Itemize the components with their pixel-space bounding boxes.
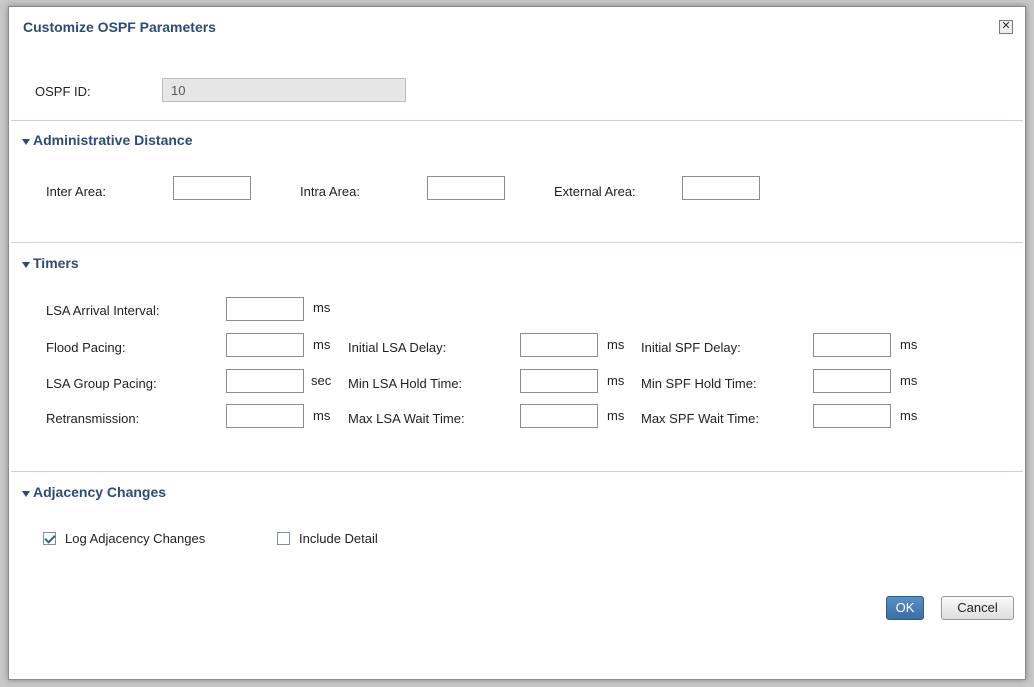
lsa-group-pacing-input[interactable] <box>226 369 304 393</box>
unit-sec: sec <box>311 373 332 388</box>
initial-lsa-delay-label: Initial LSA Delay: <box>348 340 447 355</box>
lsa-group-pacing-label: LSA Group Pacing: <box>46 376 157 391</box>
collapse-triangle-icon[interactable] <box>22 262 30 268</box>
section-administrative-distance[interactable]: Administrative Distance <box>33 132 193 148</box>
initial-spf-delay-label: Initial SPF Delay: <box>641 340 741 355</box>
max-spf-wait-time-input[interactable] <box>813 404 891 428</box>
intra-area-input[interactable] <box>427 176 505 200</box>
log-adjacency-changes-checkbox[interactable] <box>43 532 56 545</box>
retransmission-label: Retransmission: <box>46 411 140 426</box>
unit-ms: ms <box>900 373 918 388</box>
log-adjacency-changes-label[interactable]: Log Adjacency Changes <box>65 531 205 546</box>
inter-area-label: Inter Area: <box>46 184 106 199</box>
cancel-button[interactable]: Cancel <box>941 596 1014 620</box>
ok-button[interactable]: OK <box>886 596 924 620</box>
min-lsa-hold-time-label: Min LSA Hold Time: <box>348 376 463 391</box>
ospf-id-field <box>162 78 406 102</box>
dialog-title: Customize OSPF Parameters <box>23 19 216 35</box>
unit-ms: ms <box>607 408 625 423</box>
unit-ms: ms <box>313 408 331 423</box>
ospf-id-label: OSPF ID: <box>35 84 91 99</box>
max-lsa-wait-time-label: Max LSA Wait Time: <box>348 411 465 426</box>
unit-ms: ms <box>313 337 331 352</box>
include-detail-label[interactable]: Include Detail <box>299 531 378 546</box>
min-spf-hold-time-input[interactable] <box>813 369 891 393</box>
unit-ms: ms <box>900 408 918 423</box>
lsa-arrival-interval-input[interactable] <box>226 297 304 321</box>
min-spf-hold-time-label: Min SPF Hold Time: <box>641 376 757 391</box>
initial-spf-delay-input[interactable] <box>813 333 891 357</box>
unit-ms: ms <box>900 337 918 352</box>
flood-pacing-input[interactable] <box>226 333 304 357</box>
min-lsa-hold-time-input[interactable] <box>520 369 598 393</box>
close-icon[interactable]: ✕ <box>999 20 1013 34</box>
initial-lsa-delay-input[interactable] <box>520 333 598 357</box>
separator <box>11 471 1023 472</box>
lsa-arrival-interval-label: LSA Arrival Interval: <box>46 303 160 318</box>
section-timers[interactable]: Timers <box>33 255 79 271</box>
flood-pacing-label: Flood Pacing: <box>46 340 126 355</box>
intra-area-label: Intra Area: <box>300 184 360 199</box>
separator <box>11 120 1023 121</box>
unit-ms: ms <box>607 373 625 388</box>
include-detail-checkbox[interactable] <box>277 532 290 545</box>
unit-ms: ms <box>607 337 625 352</box>
customize-ospf-dialog: Customize OSPF Parameters ✕ OSPF ID: Adm… <box>8 6 1026 680</box>
unit-ms: ms <box>313 300 331 315</box>
external-area-input[interactable] <box>682 176 760 200</box>
collapse-triangle-icon[interactable] <box>22 491 30 497</box>
max-spf-wait-time-label: Max SPF Wait Time: <box>641 411 759 426</box>
separator <box>11 242 1023 243</box>
inter-area-input[interactable] <box>173 176 251 200</box>
max-lsa-wait-time-input[interactable] <box>520 404 598 428</box>
collapse-triangle-icon[interactable] <box>22 139 30 145</box>
section-adjacency-changes[interactable]: Adjacency Changes <box>33 484 166 500</box>
external-area-label: External Area: <box>554 184 636 199</box>
retransmission-input[interactable] <box>226 404 304 428</box>
